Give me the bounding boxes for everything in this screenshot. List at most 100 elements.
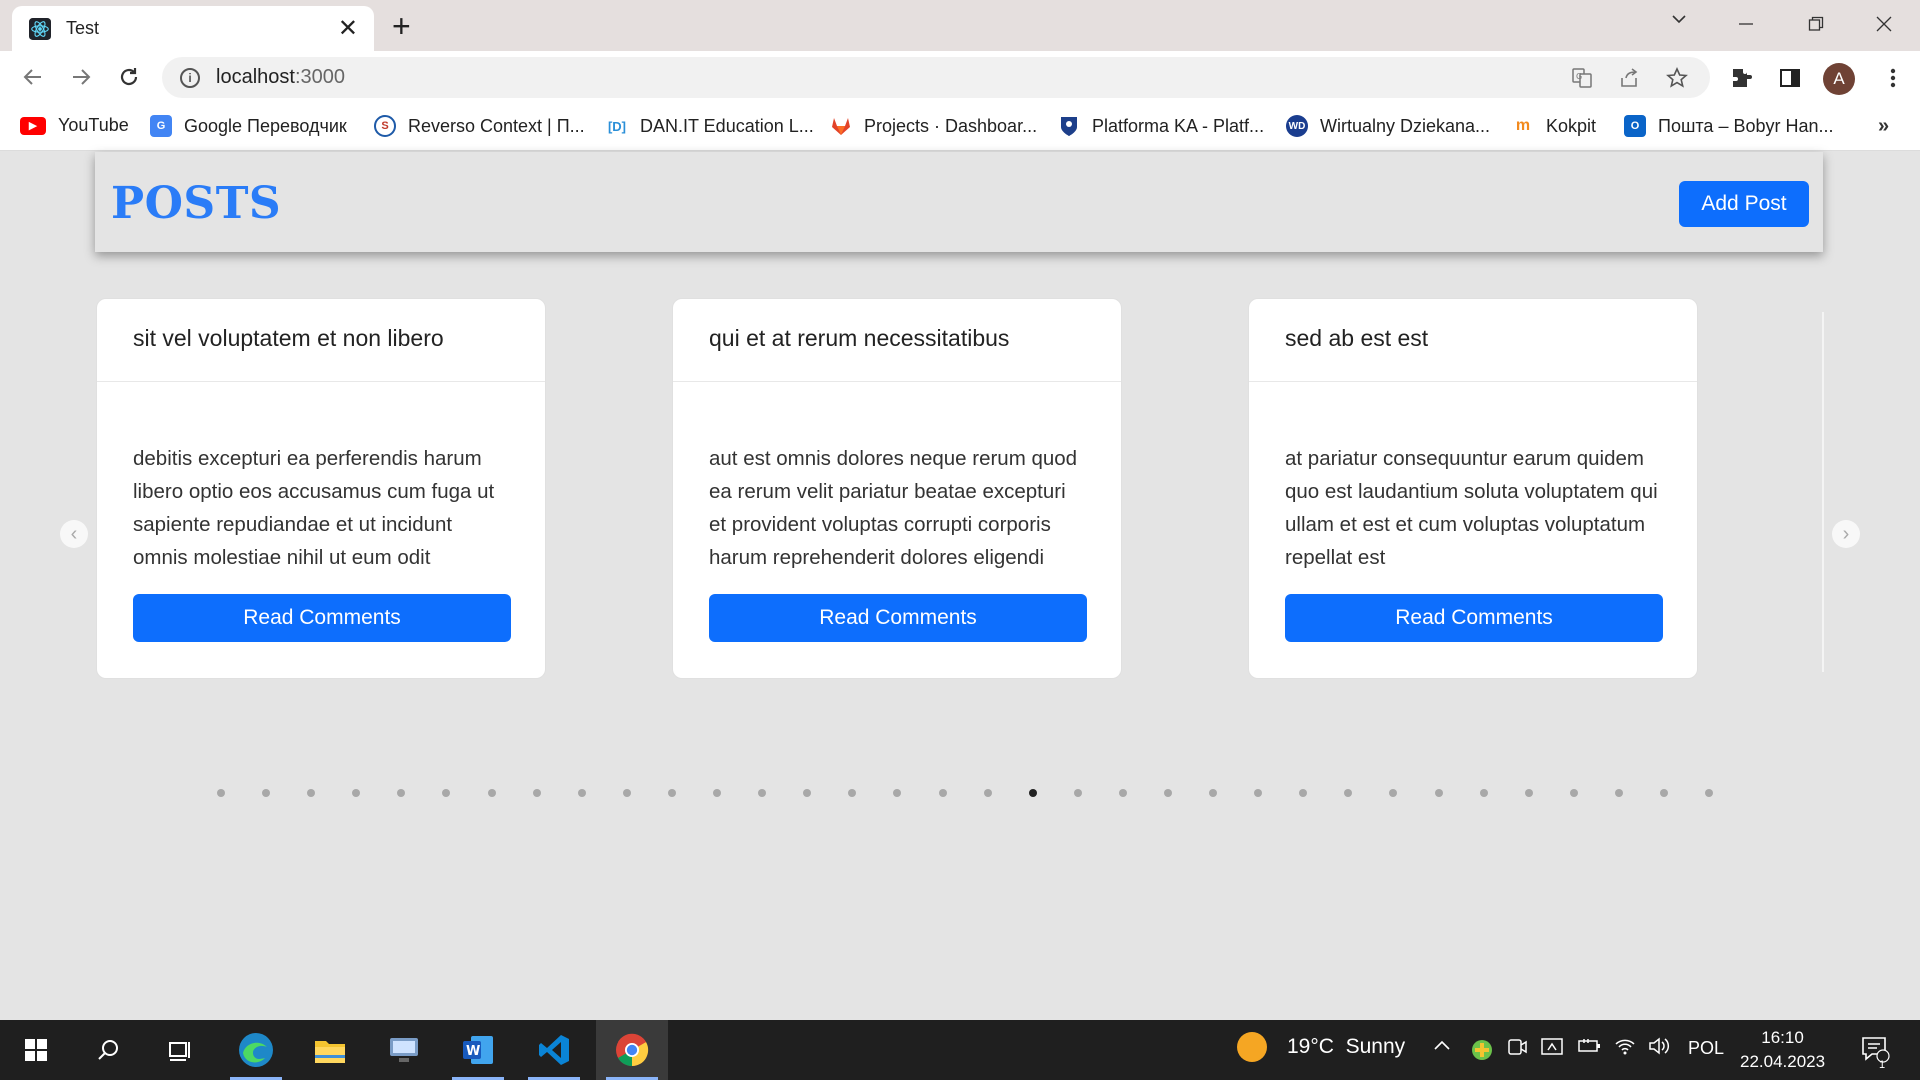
wifi-icon[interactable] — [1614, 1036, 1636, 1061]
language-indicator[interactable]: POL — [1688, 1038, 1724, 1059]
carousel-dot[interactable] — [1209, 789, 1218, 797]
extensions-icon[interactable] — [1729, 65, 1755, 91]
edge-icon[interactable] — [220, 1020, 292, 1080]
close-tab-icon[interactable]: ✕ — [338, 16, 358, 41]
volume-icon[interactable] — [1648, 1036, 1670, 1061]
carousel-dot[interactable] — [1434, 789, 1443, 797]
vscode-icon[interactable] — [518, 1020, 590, 1080]
translate-icon[interactable]: G — [1570, 66, 1594, 90]
close-window-icon[interactable] — [1876, 12, 1892, 38]
bookmark-gitlab[interactable]: Projects · Dashboar... — [830, 115, 1037, 137]
bookmark-outlook[interactable]: O Пошта – Bobyr Han... — [1624, 115, 1834, 137]
carousel-dot[interactable] — [1028, 789, 1037, 797]
bookmark-danit[interactable]: [D] DAN.IT Education L... — [606, 115, 814, 137]
new-tab-icon[interactable]: + — [392, 10, 411, 42]
site-info-icon[interactable]: i — [180, 67, 200, 88]
side-panel-icon[interactable] — [1777, 65, 1803, 91]
carousel-dot[interactable] — [1614, 789, 1623, 797]
read-comments-button[interactable]: Read Comments — [1285, 594, 1663, 642]
weather-widget[interactable]: 19°C Sunny — [1237, 1032, 1405, 1062]
battery-icon[interactable] — [1576, 1036, 1602, 1061]
carousel-dot[interactable] — [1254, 789, 1263, 797]
carousel-dot[interactable] — [983, 789, 992, 797]
carousel-next-icon[interactable]: › — [1832, 520, 1860, 548]
carousel-dot[interactable] — [893, 789, 902, 797]
carousel-dot[interactable] — [1299, 789, 1308, 797]
carousel-dot[interactable] — [352, 789, 361, 797]
tray-expand-icon[interactable] — [1432, 1036, 1452, 1061]
reload-icon[interactable] — [114, 62, 144, 92]
forward-icon[interactable] — [66, 62, 96, 92]
carousel-dot[interactable] — [667, 789, 676, 797]
remote-desktop-icon[interactable] — [368, 1020, 440, 1080]
carousel-dot[interactable] — [217, 789, 225, 797]
carousel-dot[interactable] — [1163, 789, 1172, 797]
profile-avatar[interactable]: A — [1823, 63, 1855, 95]
more-menu-icon[interactable] — [1880, 65, 1906, 91]
carousel-dot[interactable] — [307, 789, 316, 797]
carousel-dot[interactable] — [1524, 789, 1533, 797]
carousel-dot[interactable] — [938, 789, 947, 797]
bookmark-label: Platforma KA - Platf... — [1092, 115, 1265, 136]
carousel-dot[interactable] — [713, 789, 722, 797]
post-title: qui et at rerum necessitatibus — [673, 299, 1121, 382]
carousel-dot[interactable] — [487, 789, 496, 797]
kokpit-icon: m — [1512, 115, 1534, 137]
carousel-dot[interactable] — [577, 789, 586, 797]
bookmark-google-translate[interactable]: G Google Переводчик — [150, 115, 347, 137]
camera-icon[interactable] — [1506, 1036, 1528, 1063]
next-card-edge — [1822, 312, 1824, 672]
windows-taskbar: W 19°C Sunny POL 16:10 22.04.2023 1 — [0, 1020, 1920, 1080]
windows-start-icon[interactable] — [0, 1020, 72, 1080]
carousel-dot[interactable] — [397, 789, 406, 797]
carousel-dot[interactable] — [1344, 789, 1353, 797]
file-explorer-icon[interactable] — [294, 1020, 366, 1080]
minimize-icon[interactable] — [1738, 12, 1754, 38]
browser-tab[interactable]: Test ✕ — [12, 6, 374, 51]
carousel-dots — [217, 789, 1750, 797]
carousel-dot[interactable] — [262, 789, 271, 797]
more-bookmarks-icon[interactable]: » — [1878, 115, 1889, 138]
clock[interactable]: 16:10 22.04.2023 — [1740, 1026, 1825, 1074]
bookmark-platforma[interactable]: Platforma KA - Platf... — [1058, 115, 1264, 137]
share-icon[interactable] — [1617, 66, 1641, 90]
carousel-dot[interactable] — [1705, 789, 1714, 797]
bookmark-kokpit[interactable]: m Kokpit — [1512, 115, 1596, 137]
add-post-button[interactable]: Add Post — [1679, 181, 1809, 227]
page-title: POSTS — [111, 178, 282, 229]
carousel-dot[interactable] — [1660, 789, 1668, 797]
restore-icon[interactable] — [1808, 12, 1824, 38]
carousel-dot[interactable] — [1389, 789, 1398, 797]
bookmark-star-icon[interactable] — [1665, 66, 1689, 90]
address-bar[interactable]: i localhost:3000 G — [162, 57, 1710, 98]
read-comments-button[interactable]: Read Comments — [709, 594, 1087, 642]
task-view-icon[interactable] — [144, 1020, 216, 1080]
read-comments-button[interactable]: Read Comments — [133, 594, 511, 642]
carousel-dot[interactable] — [1569, 789, 1578, 797]
back-icon[interactable] — [18, 62, 48, 92]
post-title: sed ab est est — [1249, 299, 1697, 382]
carousel-dot[interactable] — [442, 789, 451, 797]
bookmark-reverso[interactable]: S Reverso Context | П... — [374, 115, 585, 137]
wd-icon: WD — [1286, 115, 1308, 137]
carousel-prev-icon[interactable]: ‹ — [60, 520, 88, 548]
chrome-icon[interactable] — [596, 1020, 668, 1080]
url-text: localhost:3000 — [216, 66, 345, 88]
screen-capture-icon[interactable] — [1540, 1036, 1564, 1063]
carousel-dot[interactable] — [803, 789, 812, 797]
bookmark-label: Reverso Context | П... — [408, 115, 585, 136]
bookmark-wirtualny-dziekanat[interactable]: WD Wirtualny Dziekana... — [1286, 115, 1490, 137]
notifications-icon[interactable] — [1860, 1034, 1890, 1069]
app-tray-icon[interactable] — [1470, 1038, 1494, 1067]
word-icon[interactable]: W — [442, 1020, 514, 1080]
carousel-dot[interactable] — [622, 789, 631, 797]
bookmark-youtube[interactable]: ▶ YouTube — [20, 115, 129, 136]
search-icon[interactable] — [72, 1020, 144, 1080]
carousel-dot[interactable] — [758, 789, 767, 797]
carousel-dot[interactable] — [848, 789, 857, 797]
carousel-dot[interactable] — [1118, 789, 1127, 797]
carousel-dot[interactable] — [1073, 789, 1082, 797]
carousel-dot[interactable] — [1479, 789, 1488, 797]
tab-search-icon[interactable] — [1670, 8, 1688, 34]
carousel-dot[interactable] — [532, 789, 541, 797]
